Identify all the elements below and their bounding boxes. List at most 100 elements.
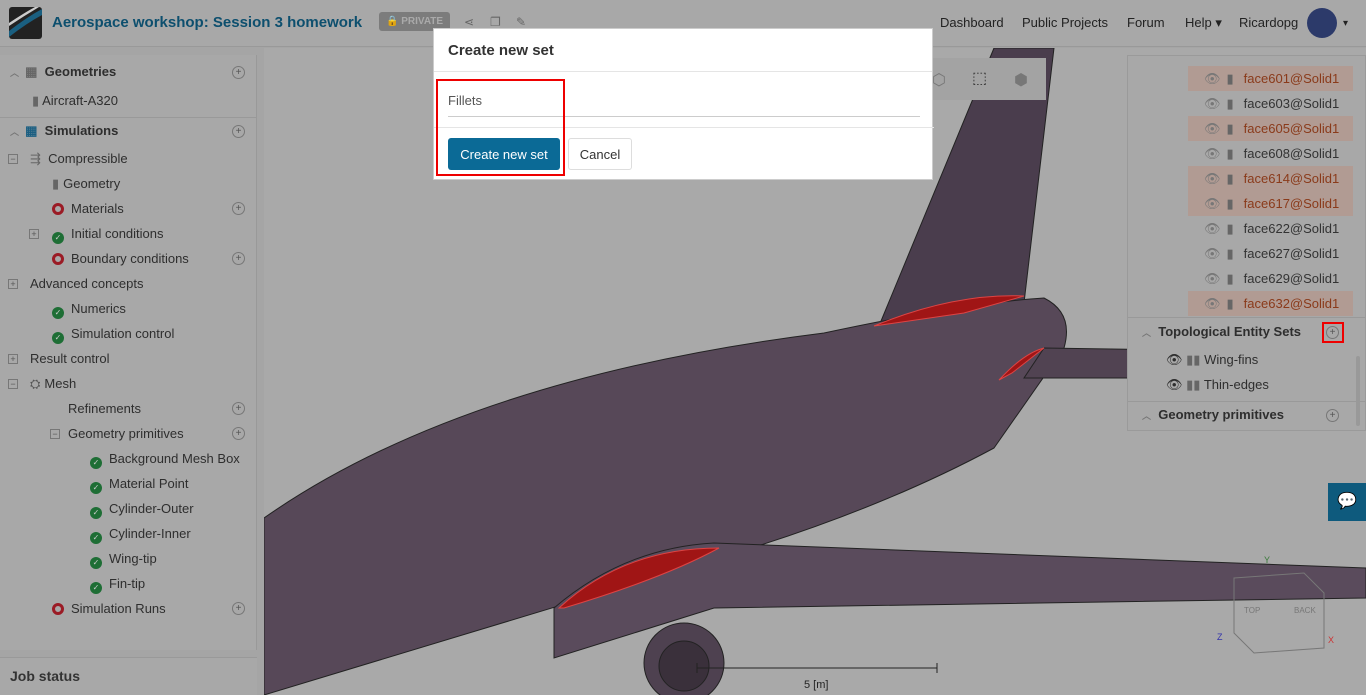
status-ok-icon: ✓ [90,457,102,469]
tree-item[interactable]: ✓ Initial conditions [52,223,164,245]
tree-item[interactable]: Boundary conditions [52,248,189,270]
expand-toggle[interactable]: + [8,354,18,364]
tree-item[interactable]: Geometry primitives [68,423,184,445]
eye-icon[interactable]: 👁 [1204,71,1221,86]
eye-icon[interactable]: 👁 [1204,121,1221,136]
status-ok-icon: ✓ [90,507,102,519]
eye-icon[interactable]: 👁 [1204,96,1221,111]
avatar[interactable] [1307,8,1337,38]
geometries-icon: ▦ [25,64,38,79]
chevron-down-icon[interactable]: ▾ [1343,18,1348,29]
face-item[interactable]: 👁 ▮ face622@Solid1 [1188,216,1353,241]
eye-icon[interactable]: 👁 [1166,377,1183,392]
face-item[interactable]: 👁 ▮ face608@Solid1 [1188,141,1353,166]
topo-sets-header[interactable]: ︿ Topological Entity Sets [1142,321,1301,343]
face-item[interactable]: 👁 ▮ face629@Solid1 [1188,266,1353,291]
svg-text:Z: Z [1217,632,1223,642]
add-button[interactable]: + [232,202,245,215]
add-button[interactable]: + [232,402,245,415]
copy-icon[interactable]: ❐ [490,15,501,29]
scrollbar[interactable] [1356,356,1360,426]
cancel-button[interactable]: Cancel [568,138,632,170]
share-icon[interactable]: ⋖ [464,15,474,29]
face-item[interactable]: 👁 ▮ face601@Solid1 [1188,66,1353,91]
face-item[interactable]: 👁 ▮ face627@Solid1 [1188,241,1353,266]
tree-item[interactable]: ✓ Fin-tip [90,573,145,595]
job-status-panel[interactable]: Job status [0,657,257,695]
set-icon: ▮▮ [1186,352,1201,367]
tree-geometries[interactable]: ︿ ▦ Geometries [10,61,116,83]
eye-icon[interactable]: 👁 [1204,221,1221,236]
face-icon: ▮ [1226,71,1234,86]
expand-toggle[interactable]: + [29,229,39,239]
expand-toggle[interactable]: + [8,279,18,289]
face-item[interactable]: 👁 ▮ face605@Solid1 [1188,116,1353,141]
tree-item[interactable]: ✓ Cylinder-Outer [90,498,194,520]
edit-icon[interactable]: ✎ [516,15,526,29]
geometry-ok-icon: ▮ [52,176,60,191]
nav-forum[interactable]: Forum [1127,15,1165,30]
tree-item[interactable]: Result control [30,348,109,370]
app-logo[interactable] [9,7,42,39]
create-set-dialog: Create new set Create new set Cancel [433,28,934,180]
user-name[interactable]: Ricardopg [1239,15,1298,30]
face-item[interactable]: 👁 ▮ face603@Solid1 [1188,91,1353,116]
topo-set-item[interactable]: 👁 ▮▮ Thin-edges [1166,374,1269,396]
scale-label: 5 [m] [804,679,828,691]
tree-item[interactable]: Materials [52,198,124,220]
tree-item[interactable]: ✓ Cylinder-Inner [90,523,191,545]
tree-item[interactable]: ✓ Background Mesh Box [90,448,240,470]
eye-icon[interactable]: 👁 [1204,171,1221,186]
collapse-icon: ︿ [10,127,22,137]
add-primitive-button[interactable]: + [1326,409,1339,422]
tree-item[interactable]: ✓ Material Point [90,473,188,495]
add-geometry-button[interactable]: + [232,66,245,79]
eye-icon[interactable]: 👁 [1204,146,1221,161]
solid-icon: ▮ [32,93,40,108]
add-button[interactable]: + [232,252,245,265]
collapse-toggle[interactable]: − [8,154,18,164]
eye-icon[interactable]: 👁 [1204,296,1221,311]
topo-set-item[interactable]: 👁 ▮▮ Wing-fins [1166,349,1258,371]
eye-icon[interactable]: 👁 [1166,352,1183,367]
tree-item[interactable]: Simulation Runs [52,598,166,620]
add-button[interactable]: + [232,602,245,615]
box-select-icon[interactable]: ⬚ [972,68,987,88]
status-ok-icon: ✓ [90,582,102,594]
tree-item[interactable]: ✓ Simulation control [52,323,174,345]
geometry-primitives-header[interactable]: ︿ Geometry primitives [1142,404,1284,426]
tree-item[interactable]: ✓ Wing-tip [90,548,157,570]
tree-item-geometry[interactable]: ▮ Aircraft-A320 [32,90,118,112]
face-icon: ▮ [1226,96,1234,111]
nav-help[interactable]: Help ▾ [1185,15,1222,31]
tree-item[interactable]: ⛭ Mesh [30,373,76,395]
status-ok-icon: ✓ [90,557,102,569]
chat-button[interactable]: 💬 [1328,483,1366,521]
status-ok-icon: ✓ [52,307,64,319]
tree-simulations[interactable]: ︿ ▦ Simulations [10,120,118,142]
box-icon[interactable]: ⬡ [932,70,946,90]
nav-dashboard[interactable]: Dashboard [940,15,1004,30]
face-item[interactable]: 👁 ▮ face632@Solid1 [1188,291,1353,316]
divider [0,117,257,118]
mesh-icon: ⛭ [30,376,41,391]
eye-icon[interactable]: 👁 [1204,246,1221,261]
selection-toolbar: ⬡ ⬚ ⬢ [924,58,1046,100]
tree-item[interactable]: Refinements [68,398,141,420]
expand-toggle[interactable]: − [8,379,18,389]
add-simulation-button[interactable]: + [232,125,245,138]
nav-public-projects[interactable]: Public Projects [1022,15,1108,30]
face-item[interactable]: 👁 ▮ face617@Solid1 [1188,191,1353,216]
face-item[interactable]: 👁 ▮ face614@Solid1 [1188,166,1353,191]
mesh-icon[interactable]: ⬢ [1014,70,1028,90]
add-button[interactable]: + [232,427,245,440]
tree-item[interactable]: ✓ Numerics [52,298,126,320]
tree-item[interactable]: ▮ Geometry [52,173,120,195]
eye-icon[interactable]: 👁 [1204,271,1221,286]
eye-icon[interactable]: 👁 [1204,196,1221,211]
expand-toggle[interactable]: − [50,429,60,439]
tree-item-compressible[interactable]: ⇶ Compressible [30,148,128,170]
tree-item[interactable]: Advanced concepts [30,273,143,295]
face-icon: ▮ [1226,121,1234,136]
svg-text:Y: Y [1264,555,1270,565]
